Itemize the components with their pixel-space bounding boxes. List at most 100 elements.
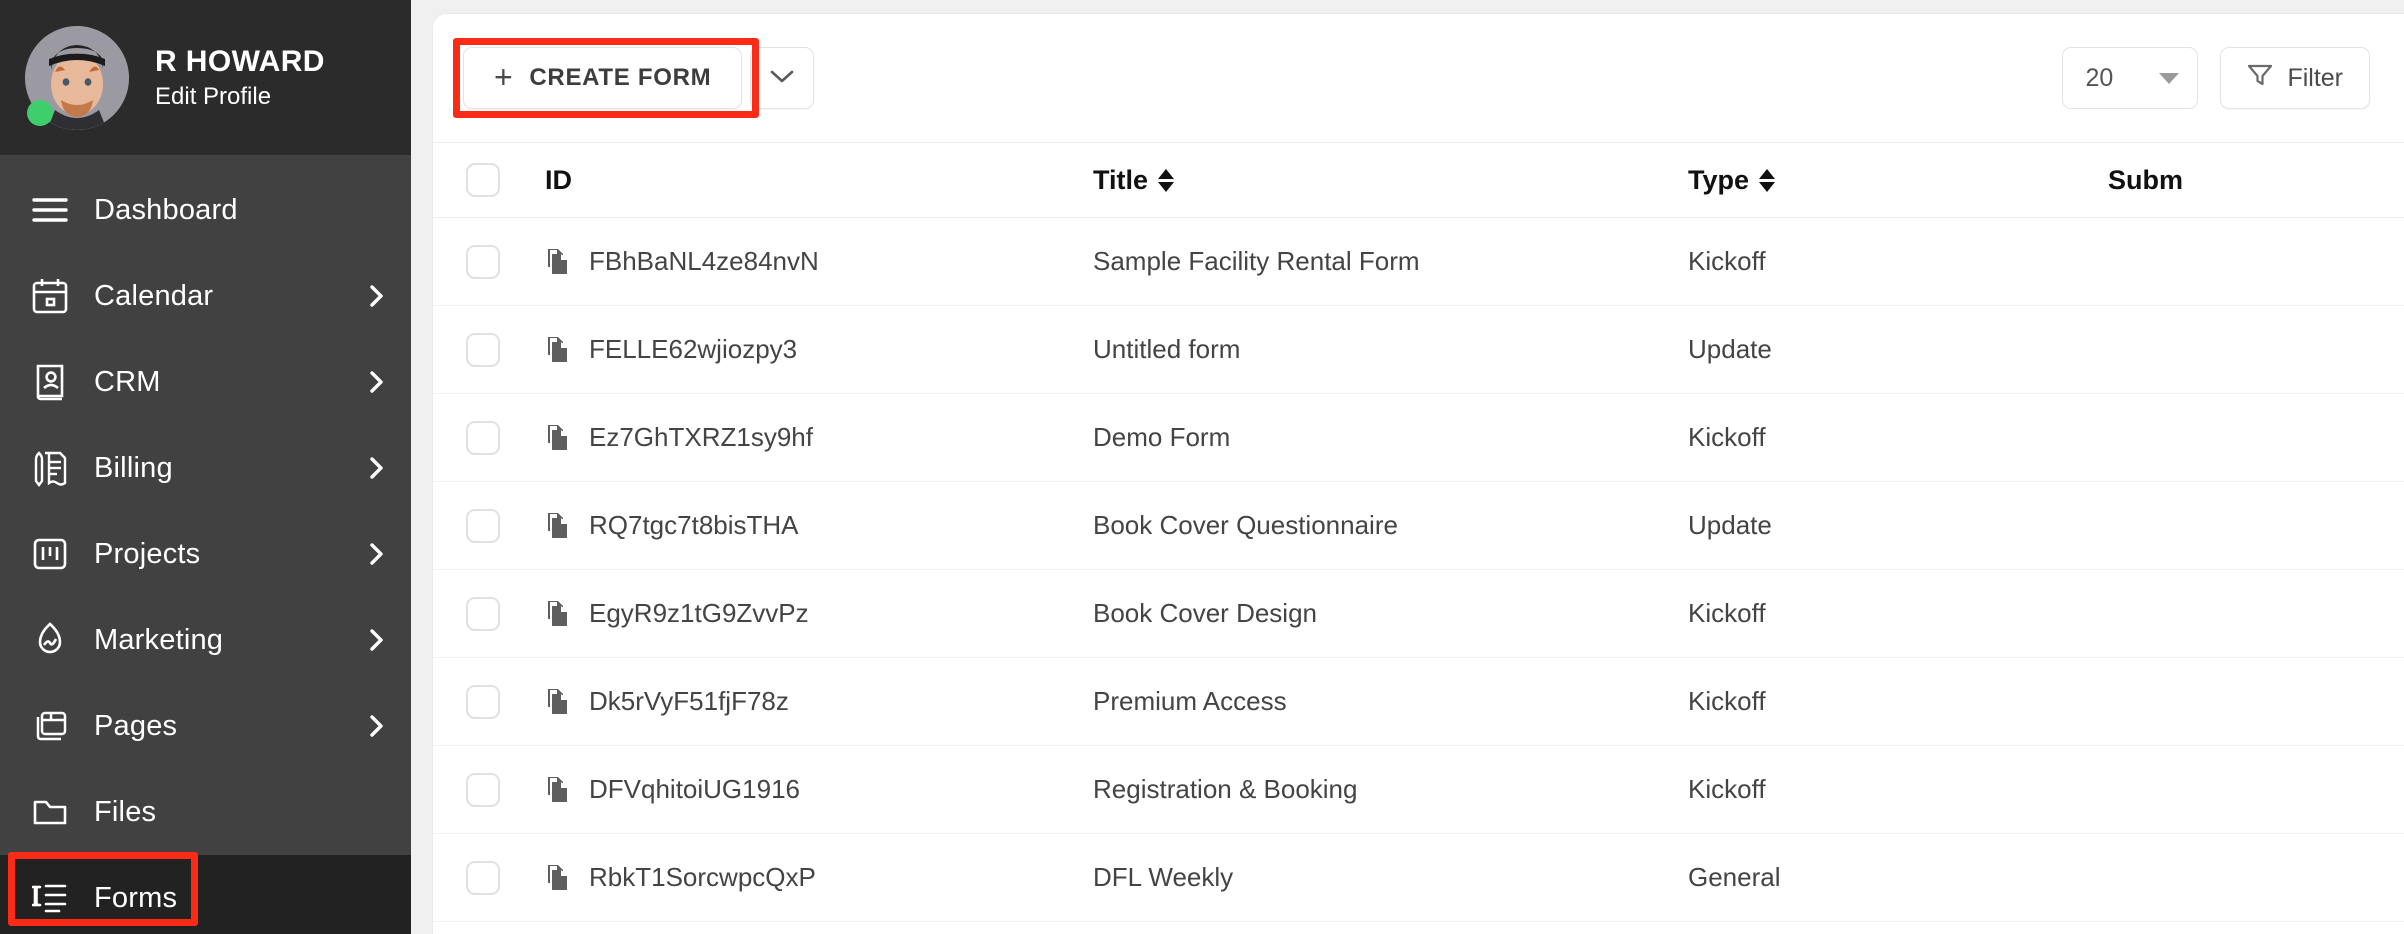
profile-name: R HOWARD [155,45,325,79]
row-title-cell: Untitled form [1093,334,1688,365]
row-title-text: Untitled form [1093,334,1241,364]
sidebar-item-files[interactable]: Files [0,769,411,855]
invoice-pen-icon [28,446,72,490]
row-title-text: Registration & Booking [1093,774,1358,804]
table-row[interactable]: Dk5rVyF51fjF78z Premium Access Kickoff [433,658,2404,746]
copy-document-icon[interactable] [545,599,573,629]
row-id-cell: Dk5rVyF51fjF78z [533,686,1093,717]
row-type-cell: Kickoff [1688,598,2108,629]
row-checkbox[interactable] [466,420,500,455]
sidebar-nav: Dashboard Calendar CRM Billing Projects … [0,155,411,934]
chevron-right-icon [367,711,387,741]
row-checkbox[interactable] [466,244,500,279]
toolbar-right-controls: 20 Filter [2062,47,2370,109]
sidebar-item-dashboard[interactable]: Dashboard [0,167,411,253]
copy-document-icon[interactable] [545,775,573,805]
copy-document-icon[interactable] [545,511,573,541]
create-form-label: CREATE FORM [529,64,712,91]
sidebar-item-label: Forms [94,881,178,914]
row-type-text: Update [1688,510,1772,540]
row-title-text: Book Cover Design [1093,598,1317,628]
row-title-text: Sample Facility Rental Form [1093,246,1420,276]
table-row[interactable]: RQ7tgc7t8bisTHA Book Cover Questionnaire… [433,482,2404,570]
calendar-icon [28,274,72,318]
table-row[interactable]: Ez7GhTXRZ1sy9hf Demo Form Kickoff [433,394,2404,482]
profile-header[interactable]: R HOWARD Edit Profile [0,0,411,155]
row-id-cell: EgyR9z1tG9ZvvPz [533,598,1093,629]
sort-arrows-icon[interactable] [1158,168,1175,192]
sort-arrows-icon[interactable] [1759,168,1776,192]
filter-button[interactable]: Filter [2220,47,2370,109]
page-size-value: 20 [2085,63,2114,92]
row-id-text: FELLE62wjiozpy3 [589,334,798,364]
row-id-text: DFVqhitoiUG1916 [589,774,800,804]
filter-label: Filter [2287,63,2343,92]
sidebar-item-pages[interactable]: Pages [0,683,411,769]
app-root: R HOWARD Edit Profile Dashboard Calendar [0,0,2404,934]
sidebar-item-marketing[interactable]: Marketing [0,597,411,683]
copy-document-icon[interactable] [545,863,573,893]
row-checkbox[interactable] [466,684,500,719]
edit-profile-link[interactable]: Edit Profile [155,83,325,108]
sidebar-item-calendar[interactable]: Calendar [0,253,411,339]
row-id-cell: RbkT1SorcwpcQxP [533,862,1093,893]
funnel-icon [2247,62,2273,95]
column-header-type[interactable]: Type [1688,165,2108,196]
page-size-select[interactable]: 20 [2062,47,2199,109]
sidebar-item-forms[interactable]: Forms [0,855,411,934]
caret-down-icon [2159,72,2180,84]
row-type-text: General [1688,862,1781,892]
address-book-icon [28,360,72,404]
sidebar-item-projects[interactable]: Projects [0,511,411,597]
row-type-cell: Kickoff [1688,686,2108,717]
row-select-cell [433,860,533,895]
row-checkbox[interactable] [466,860,500,895]
row-id-cell: DFVqhitoiUG1916 [533,774,1093,805]
forms-panel: + CREATE FORM 20 Filter ID Title Type Su… [433,14,2404,934]
sidebar-item-label: Pages [94,709,178,742]
copy-document-icon[interactable] [545,687,573,717]
row-type-cell: Update [1688,510,2108,541]
plus-icon: + [494,58,514,95]
folder-icon [28,790,72,834]
row-checkbox[interactable] [466,772,500,807]
create-form-dropdown-button[interactable] [750,47,815,109]
copy-document-icon[interactable] [545,423,573,453]
table-row[interactable]: FELLE62wjiozpy3 Untitled form Update [433,306,2404,394]
row-type-cell: Kickoff [1688,774,2108,805]
row-title-cell: DFL Weekly [1093,862,1688,893]
create-form-button[interactable]: + CREATE FORM [463,47,743,109]
sidebar: R HOWARD Edit Profile Dashboard Calendar [0,0,411,934]
sidebar-item-billing[interactable]: Billing [0,425,411,511]
row-select-cell [433,684,533,719]
flame-icon [28,618,72,662]
table-row[interactable]: RbkT1SorcwpcQxP DFL Weekly General [433,834,2404,922]
column-header-title[interactable]: Title [1093,165,1688,196]
column-header-type-label: Type [1688,164,1750,195]
row-title-cell: Book Cover Questionnaire [1093,510,1688,541]
chevron-down-icon [768,64,796,92]
table-row[interactable]: DFVqhitoiUG1916 Registration & Booking K… [433,746,2404,834]
row-checkbox[interactable] [466,332,500,367]
select-all-checkbox[interactable] [466,163,500,197]
sidebar-item-label: Calendar [94,279,214,312]
row-checkbox[interactable] [466,596,500,631]
table-row[interactable]: FBhBaNL4ze84nvN Sample Facility Rental F… [433,218,2404,306]
create-form-group: + CREATE FORM [463,47,815,109]
column-header-id[interactable]: ID [533,165,1093,196]
column-header-id-label: ID [545,164,572,195]
copy-document-icon[interactable] [545,247,573,277]
row-type-cell: General [1688,862,2108,893]
row-id-text: RbkT1SorcwpcQxP [589,862,816,892]
row-title-cell: Sample Facility Rental Form [1093,246,1688,277]
row-type-cell: Kickoff [1688,422,2108,453]
row-id-cell: FBhBaNL4ze84nvN [533,246,1093,277]
windows-icon [28,704,72,748]
copy-document-icon[interactable] [545,335,573,365]
column-header-submissions[interactable]: Subm [2108,165,2404,196]
row-id-text: FBhBaNL4ze84nvN [589,246,819,276]
sidebar-item-crm[interactable]: CRM [0,339,411,425]
row-checkbox[interactable] [466,508,500,543]
chevron-right-icon [367,453,387,483]
table-row[interactable]: EgyR9z1tG9ZvvPz Book Cover Design Kickof… [433,570,2404,658]
